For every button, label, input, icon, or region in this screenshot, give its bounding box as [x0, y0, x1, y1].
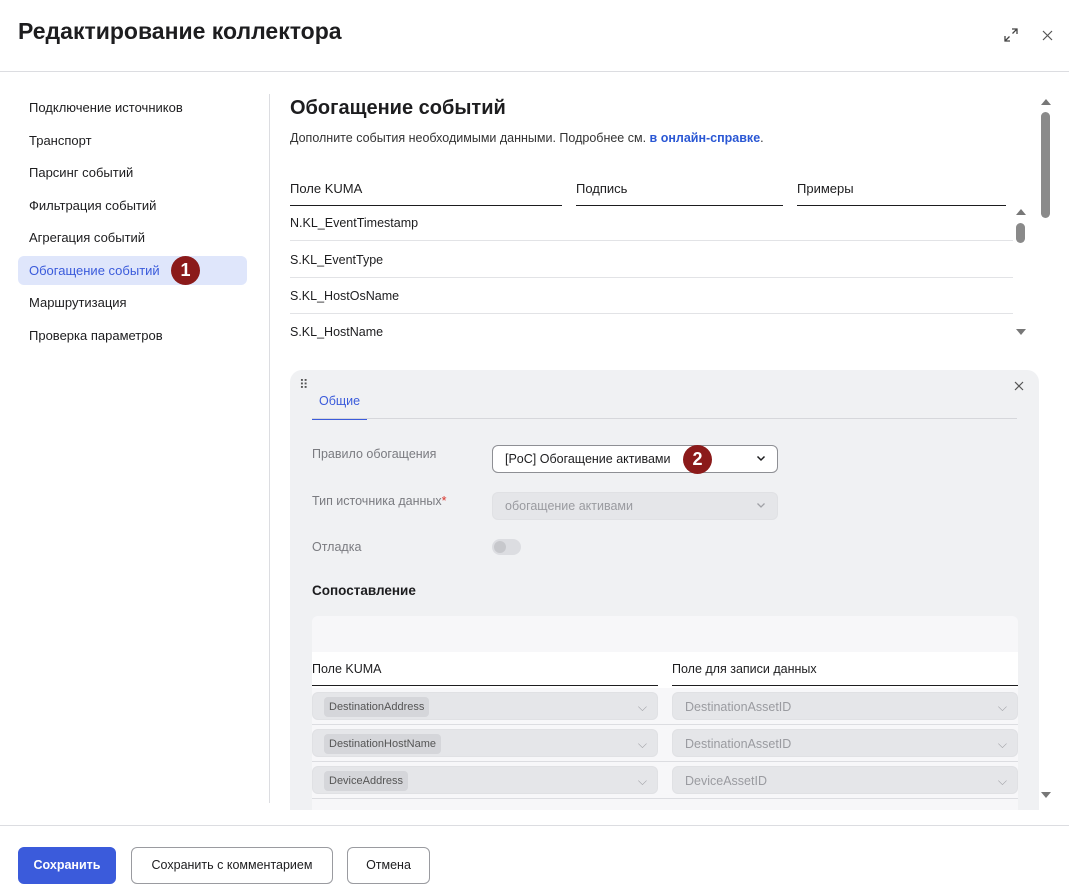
source-type-label: Тип источника данных*	[312, 494, 447, 508]
target-field-select[interactable]: DeviceAssetID ⌵	[672, 766, 1018, 794]
expand-icon[interactable]	[1002, 26, 1020, 44]
sidebar-nav: Подключение источников Транспорт Парсинг…	[18, 93, 247, 353]
chevron-down-icon	[756, 493, 766, 519]
table-scrollbar[interactable]	[1015, 207, 1027, 339]
scroll-down-icon[interactable]	[1041, 792, 1051, 798]
source-type-label-text: Тип источника данных	[312, 494, 442, 508]
table-cell-field: N.KL_EventTimestamp	[290, 216, 419, 230]
sidebar-item-transport[interactable]: Транспорт	[18, 126, 247, 155]
sidebar-item-parsing[interactable]: Парсинг событий	[18, 158, 247, 187]
help-link[interactable]: в онлайн-справке	[650, 131, 761, 145]
chevron-down-icon: ⌵	[997, 700, 1007, 714]
tab-general[interactable]: Общие	[312, 394, 368, 420]
kuma-field-chip: DestinationAddress	[324, 697, 430, 717]
sidebar-divider	[269, 94, 270, 803]
mapping-column-kuma-field: Поле KUMA	[312, 662, 658, 686]
sidebar-item-filtering[interactable]: Фильтрация событий	[18, 191, 247, 220]
sidebar-item-enrichment[interactable]: Обогащение событий 1	[18, 255, 247, 285]
page-title: Обогащение событий	[290, 97, 506, 119]
scroll-up-icon[interactable]	[1041, 99, 1051, 105]
table-cell-field: S.KL_HostOsName	[290, 289, 400, 303]
cancel-button[interactable]: Отмена	[347, 847, 430, 884]
close-icon[interactable]	[1038, 26, 1056, 44]
save-with-comment-button[interactable]: Сохранить с комментарием	[131, 847, 333, 884]
target-field-value: DeviceAssetID	[685, 774, 767, 788]
close-icon[interactable]	[1014, 378, 1024, 394]
source-type-select: обогащение активами	[492, 492, 778, 520]
mapping-section-title: Сопоставление	[312, 583, 416, 598]
scrollbar-thumb[interactable]	[1041, 112, 1050, 218]
edit-collector-dialog: Редактирование коллектора Подключение ис…	[0, 0, 1069, 896]
save-button[interactable]: Сохранить	[18, 847, 116, 884]
kuma-field-select[interactable]: DeviceAddress ⌵	[312, 766, 658, 794]
mapping-column-target-field: Поле для записи данных	[672, 662, 1018, 686]
sidebar-item-label: Обогащение событий	[29, 262, 160, 278]
sidebar-item-aggregation[interactable]: Агрегация событий	[18, 223, 247, 252]
dialog-title: Редактирование коллектора	[18, 18, 342, 44]
chevron-down-icon: ⌵	[637, 737, 647, 751]
description-text: Дополните события необходимыми данными. …	[290, 131, 647, 145]
kuma-field-chip: DestinationHostName	[324, 734, 441, 754]
sidebar-item-sources[interactable]: Подключение источников	[18, 93, 247, 122]
description-end: .	[760, 131, 764, 145]
scroll-down-icon[interactable]	[1016, 329, 1026, 335]
chevron-down-icon: ⌵	[637, 774, 647, 788]
chevron-down-icon: ⌵	[997, 737, 1007, 751]
scroll-up-icon[interactable]	[1016, 209, 1026, 215]
target-field-select[interactable]: DestinationAssetID ⌵	[672, 692, 1018, 720]
sidebar-item-validation[interactable]: Проверка параметров	[18, 321, 247, 350]
mapping-row: DeviceAddress ⌵ DeviceAssetID ⌵	[312, 762, 1018, 799]
tab-divider	[312, 418, 1017, 419]
rule-label: Правило обогащения	[312, 447, 437, 461]
target-field-value: DestinationAssetID	[685, 737, 792, 751]
debug-label: Отладка	[312, 540, 362, 554]
column-header-label: Подпись	[576, 181, 783, 206]
chevron-down-icon	[756, 446, 766, 472]
column-header-examples: Примеры	[797, 181, 1006, 206]
table-row[interactable]: S.KL_EventType	[290, 242, 1013, 278]
table-row[interactable]: S.KL_HostOsName	[290, 278, 1013, 314]
column-header-kuma-field: Поле KUMA	[290, 181, 562, 206]
source-type-value: обогащение активами	[505, 499, 634, 513]
sidebar-item-routing[interactable]: Маршрутизация	[18, 288, 247, 317]
enrichment-rule-card: ⠿ Общие Правило обогащения [PoC] Обогаще…	[290, 370, 1039, 810]
chevron-down-icon: ⌵	[637, 700, 647, 714]
table-cell-field: S.KL_HostName	[290, 325, 384, 339]
dialog-footer: Сохранить Сохранить с комментарием Отмен…	[0, 825, 1069, 896]
step-badge-2: 2	[683, 445, 712, 474]
table-cell-field: S.KL_EventType	[290, 253, 384, 267]
main-scrollbar[interactable]	[1039, 96, 1053, 801]
step-badge-1: 1	[171, 255, 200, 285]
mapping-row: DestinationHostName ⌵ DestinationAssetID…	[312, 725, 1018, 762]
debug-toggle[interactable]	[492, 539, 521, 555]
kuma-field-select[interactable]: DestinationAddress ⌵	[312, 692, 658, 720]
chevron-down-icon: ⌵	[997, 774, 1007, 788]
rule-select[interactable]: [PoC] Обогащение активами 2	[492, 445, 778, 474]
kuma-field-chip: DeviceAddress	[324, 771, 408, 791]
table-row[interactable]: S.KL_HostName	[290, 314, 1013, 350]
page-description: Дополните события необходимыми данными. …	[290, 131, 764, 145]
required-mark: *	[441, 494, 447, 508]
target-field-value: DestinationAssetID	[685, 700, 792, 714]
drag-handle-icon[interactable]: ⠿	[299, 377, 308, 393]
table-row[interactable]: N.KL_EventTimestamp	[290, 205, 1013, 241]
dialog-header: Редактирование коллектора	[0, 0, 1069, 72]
mapping-row: DestinationAddress ⌵ DestinationAssetID …	[312, 688, 1018, 725]
target-field-select[interactable]: DestinationAssetID ⌵	[672, 729, 1018, 757]
rule-select-value: [PoC] Обогащение активами	[505, 452, 671, 466]
scrollbar-thumb[interactable]	[1016, 223, 1025, 243]
kuma-field-select[interactable]: DestinationHostName ⌵	[312, 729, 658, 757]
